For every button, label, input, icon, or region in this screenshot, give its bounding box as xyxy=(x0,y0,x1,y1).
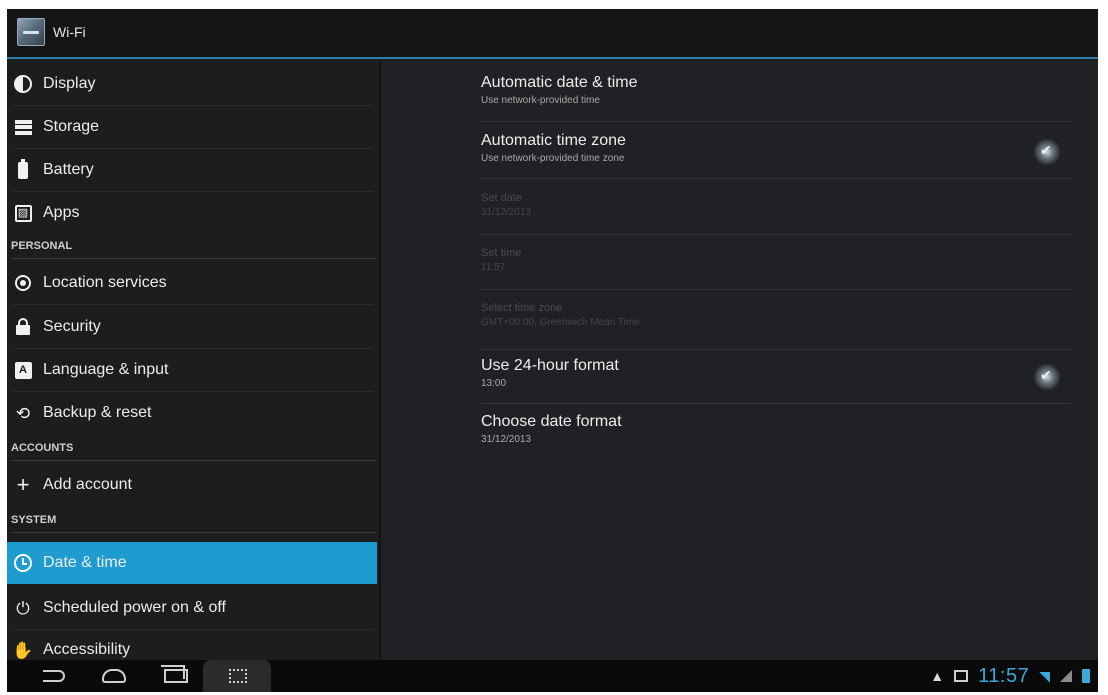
pref-automatic-time-zone[interactable]: Automatic time zone Use network-provided… xyxy=(481,132,1071,164)
language-icon: A xyxy=(13,360,33,380)
menu-item-label: Language & input xyxy=(43,361,169,378)
menu-item-label: Accessibility xyxy=(43,641,131,658)
menu-item-language-input[interactable]: A Language & input xyxy=(7,349,379,391)
screenshot-button[interactable] xyxy=(203,660,271,692)
status-clock: 11:57 xyxy=(978,664,1030,687)
action-bar: Wi-Fi xyxy=(7,9,1098,59)
menu-item-label: Backup & reset xyxy=(43,404,152,421)
pref-summary: 13:00 xyxy=(481,378,507,389)
divider xyxy=(13,304,373,305)
menu-item-label: Security xyxy=(43,318,101,335)
date-time-settings: Automatic date & time Use network-provid… xyxy=(381,61,1098,660)
menu-item-label: Scheduled power on & off xyxy=(43,599,226,616)
hand-icon: ✋ xyxy=(12,640,34,660)
divider xyxy=(481,349,1071,350)
menu-item-label: Battery xyxy=(43,161,94,178)
pref-choose-date-format[interactable]: Choose date format 31/12/2013 xyxy=(481,413,1071,445)
menu-item-scheduled-power[interactable]: ⏻ Scheduled power on & off xyxy=(7,587,379,629)
divider xyxy=(481,234,1071,235)
pref-title: Automatic date & time xyxy=(481,74,638,91)
pref-set-date[interactable]: Set date 31/12/2013 xyxy=(481,192,1071,218)
menu-item-battery[interactable]: Battery xyxy=(7,149,379,191)
home-icon xyxy=(102,669,126,683)
backup-icon: ⟲ xyxy=(15,403,31,423)
system-navigation-bar: ▲ 11:57 ◥ xyxy=(7,660,1098,692)
warning-icon: ▲ xyxy=(930,668,945,684)
menu-item-label: Date & time xyxy=(43,554,127,571)
pref-title: Select time zone xyxy=(481,302,563,314)
menu-item-display[interactable]: Display xyxy=(7,63,379,105)
divider xyxy=(481,178,1071,179)
menu-item-label: Display xyxy=(43,75,96,92)
menu-item-apps[interactable]: ▨ Apps xyxy=(7,192,379,234)
status-area[interactable]: ▲ 11:57 ◥ xyxy=(930,660,1090,692)
menu-item-date-time[interactable]: Date & time xyxy=(7,542,377,584)
wifi-icon: ◥ xyxy=(1039,667,1050,684)
recent-apps-icon xyxy=(161,665,188,683)
pref-title: Choose date format xyxy=(481,413,622,430)
auto-time-zone-checkbox[interactable] xyxy=(1034,139,1060,165)
pref-summary: 11:57 xyxy=(481,262,506,273)
back-icon xyxy=(43,670,65,682)
pref-title: Use 24-hour format xyxy=(481,357,619,374)
display-icon xyxy=(13,74,33,94)
tablet-screen: Wi-Fi Display Storage Battery ▨ Apps PER… xyxy=(7,9,1098,692)
pref-automatic-date-time[interactable]: Automatic date & time Use network-provid… xyxy=(481,74,1071,106)
settings-headers-list: Display Storage Battery ▨ Apps PERSONAL … xyxy=(7,61,379,660)
menu-item-label: Location services xyxy=(43,274,167,291)
plus-icon: + xyxy=(16,472,30,497)
screenshot-notification-icon xyxy=(954,670,969,682)
section-header-accounts: ACCOUNTS xyxy=(11,437,377,461)
use-24-hour-checkbox[interactable] xyxy=(1034,364,1060,390)
divider xyxy=(481,403,1071,404)
divider xyxy=(481,121,1071,122)
menu-item-backup-reset[interactable]: ⟲ Backup & reset xyxy=(7,392,379,434)
pref-summary: Use network-provided time xyxy=(481,95,600,106)
battery-status-icon xyxy=(1082,669,1090,683)
back-button[interactable] xyxy=(39,664,69,688)
section-header-personal: PERSONAL xyxy=(11,235,377,259)
signal-icon xyxy=(1060,670,1072,682)
apps-icon: ▨ xyxy=(13,203,33,223)
menu-item-label: Storage xyxy=(43,118,100,135)
action-bar-title[interactable]: Wi-Fi xyxy=(53,24,86,40)
lock-icon xyxy=(13,317,33,337)
pref-set-time[interactable]: Set time 11:57 xyxy=(481,247,1071,273)
power-schedule-icon: ⏻ xyxy=(16,598,30,618)
screenshot-icon xyxy=(227,664,249,688)
pref-title: Set date xyxy=(481,192,522,204)
pref-use-24-hour-format[interactable]: Use 24-hour format 13:00 xyxy=(481,357,1071,389)
pref-title: Set time xyxy=(481,247,522,259)
pref-summary: 31/12/2013 xyxy=(481,207,532,218)
section-header-system: SYSTEM xyxy=(11,509,377,533)
menu-item-label: Add account xyxy=(43,476,132,493)
settings-app-icon[interactable] xyxy=(17,18,45,46)
menu-item-security[interactable]: Security xyxy=(7,306,379,348)
home-button[interactable] xyxy=(97,664,131,688)
menu-item-label: Apps xyxy=(43,204,80,221)
pref-summary: Use network-provided time zone xyxy=(481,153,625,164)
clock-icon xyxy=(13,553,33,573)
storage-icon xyxy=(13,117,33,137)
pref-title: Automatic time zone xyxy=(481,132,626,149)
recent-apps-button[interactable] xyxy=(159,664,193,688)
battery-icon xyxy=(13,158,33,180)
pref-select-time-zone[interactable]: Select time zone GMT+00:00, Greenwich Me… xyxy=(481,302,1071,328)
divider xyxy=(481,289,1071,290)
location-icon xyxy=(13,273,33,293)
menu-item-add-account[interactable]: + Add account xyxy=(7,464,379,506)
menu-item-location-services[interactable]: Location services xyxy=(7,262,379,304)
pref-summary: 31/12/2013 xyxy=(481,434,532,445)
menu-item-storage[interactable]: Storage xyxy=(7,106,379,148)
pref-summary: GMT+00:00, Greenwich Mean Time xyxy=(481,317,640,328)
